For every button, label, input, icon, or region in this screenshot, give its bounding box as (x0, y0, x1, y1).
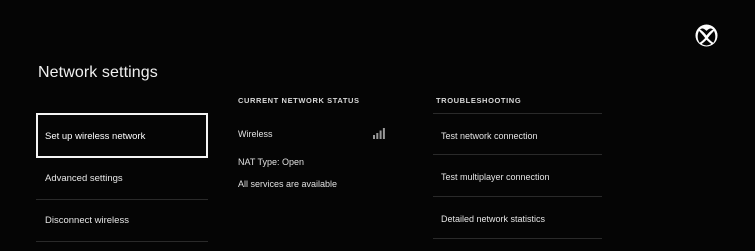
test-network-connection-button[interactable]: Test network connection (433, 113, 602, 155)
advanced-settings-button[interactable]: Advanced settings (36, 158, 208, 200)
disconnect-wireless-button[interactable]: Disconnect wireless (36, 200, 208, 242)
page-title: Network settings (38, 64, 158, 81)
current-network-status-header: CURRENT NETWORK STATUS (238, 96, 360, 105)
detailed-network-statistics-button[interactable]: Detailed network statistics (433, 197, 602, 239)
connection-type-label: Wireless (238, 129, 273, 139)
nat-type-label: NAT Type: Open (238, 157, 305, 167)
services-status-label: All services are available (238, 179, 338, 189)
signal-bars-icon (373, 128, 385, 139)
set-up-wireless-network-button[interactable]: Set up wireless network (36, 113, 208, 158)
troubleshooting-list: Test network connection Test multiplayer… (433, 113, 602, 239)
troubleshooting-header: TROUBLESHOOTING (436, 96, 522, 105)
network-settings-screen: Network settings Set up wireless network… (0, 0, 755, 251)
settings-menu: Set up wireless network Advanced setting… (36, 113, 208, 242)
test-multiplayer-connection-button[interactable]: Test multiplayer connection (433, 155, 602, 197)
xbox-logo-icon (695, 24, 718, 47)
